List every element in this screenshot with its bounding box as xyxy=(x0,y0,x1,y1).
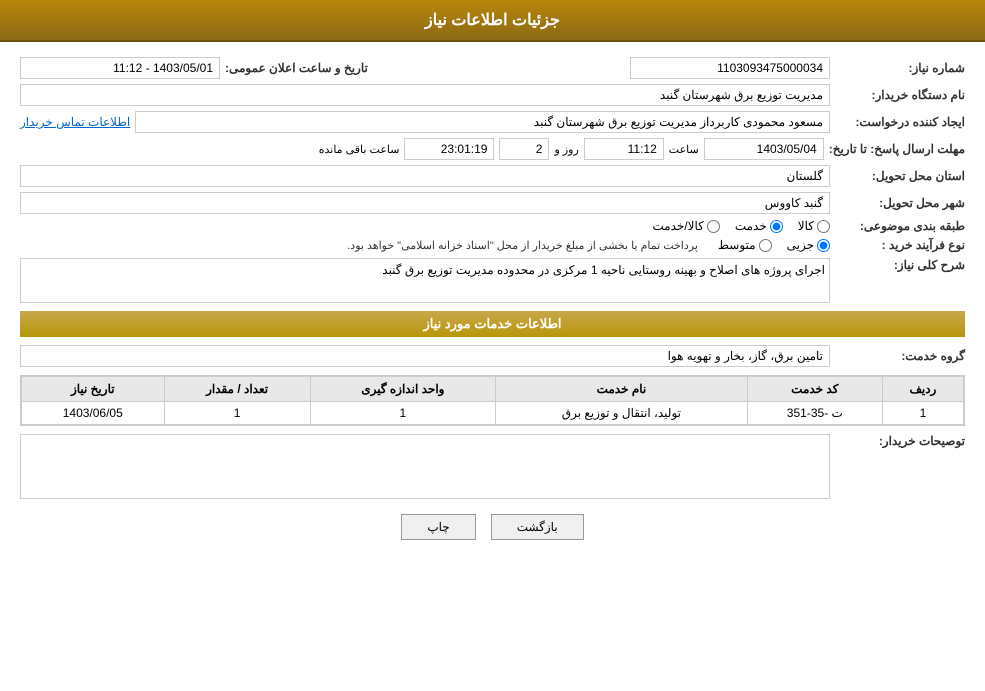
services-table: ردیف کد خدمت نام خدمت واحد اندازه گیری ت… xyxy=(21,376,964,425)
nooe-jozyi-radio[interactable] xyxy=(817,239,830,252)
tabaqe-label: طبقه بندی موضوعی: xyxy=(835,219,965,233)
tabaqe-kala-khadamat-radio[interactable] xyxy=(707,220,720,233)
nooe-farayand-label: نوع فرآیند خرید : xyxy=(835,238,965,252)
ettelaat-tamas-link[interactable]: اطلاعات تماس خریدار xyxy=(20,115,130,129)
mohlet-saat-value: 11:12 xyxy=(584,138,664,160)
print-button[interactable]: چاپ xyxy=(401,514,475,540)
tabaqe-kala-label: کالا xyxy=(798,219,814,233)
tarikh-label: تاریخ و ساعت اعلان عمومی: xyxy=(225,61,368,75)
nooe-motavaset-item: متوسط xyxy=(718,238,772,252)
tabaqe-khadamat-item: خدمت xyxy=(735,219,783,233)
col-nam: نام خدمت xyxy=(496,377,748,402)
tabaqe-kala-khadamat-item: کالا/خدمت xyxy=(652,219,719,233)
row-shahr: شهر محل تحویل: گنبد کاووس xyxy=(20,192,965,214)
col-vahed: واحد اندازه گیری xyxy=(310,377,495,402)
cell-tedad: 1 xyxy=(164,402,310,425)
mohlet-saat-label: ساعت xyxy=(669,143,699,156)
sharh-textarea[interactable] xyxy=(20,258,830,303)
row-mohlet: مهلت ارسال پاسخ: تا تاریخ: 1403/05/04 سا… xyxy=(20,138,965,160)
nam-dastgah-value: مدیریت توزیع برق شهرستان گنبد xyxy=(20,84,830,106)
row-nam-dastgah: نام دستگاه خریدار: مدیریت توزیع برق شهرس… xyxy=(20,84,965,106)
page-header: جزئیات اطلاعات نیاز xyxy=(0,0,985,42)
tabaqe-kala-radio[interactable] xyxy=(817,220,830,233)
row-shomara-tarikh: شماره نیاز: 1103093475000034 تاریخ و ساع… xyxy=(20,57,965,79)
row-ijad-konande: ایجاد کننده درخواست: مسعود محمودی کاربرد… xyxy=(20,111,965,133)
shomara-value: 1103093475000034 xyxy=(630,57,830,79)
nooe-jozyi-item: جزیی xyxy=(787,238,830,252)
mohlet-roz-label: روز و xyxy=(554,143,578,156)
row-tosifat: توصیحات خریدار: xyxy=(20,434,965,499)
services-table-container: ردیف کد خدمت نام خدمت واحد اندازه گیری ت… xyxy=(20,375,965,426)
table-row: 1 ت -35-351 تولید، انتقال و توزیع برق 1 … xyxy=(22,402,964,425)
shahr-value: گنبد کاووس xyxy=(20,192,830,214)
khadamat-section-title: اطلاعات خدمات مورد نیاز xyxy=(20,311,965,337)
nooe-motavaset-radio[interactable] xyxy=(759,239,772,252)
ijad-konande-value: مسعود محمودی کاربرداز مدیریت توزیع برق ش… xyxy=(135,111,830,133)
mohlet-roz-value: 2 xyxy=(499,138,549,160)
nooe-description: پرداخت تمام یا بخشی از مبلغ خریدار از مح… xyxy=(347,239,698,252)
page-wrapper: جزئیات اطلاعات نیاز شماره نیاز: 11030934… xyxy=(0,0,985,691)
shahr-label: شهر محل تحویل: xyxy=(835,196,965,210)
row-gorooh-khadamat: گروه خدمت: تامین برق، گاز، بخار و تهویه … xyxy=(20,345,965,367)
col-kod: کد خدمت xyxy=(747,377,882,402)
ostan-value: گلستان xyxy=(20,165,830,187)
cell-kod: ت -35-351 xyxy=(747,402,882,425)
return-button[interactable]: بازگشت xyxy=(491,514,584,540)
row-ostan: استان محل تحویل: گلستان xyxy=(20,165,965,187)
col-tarikh: تاریخ نیاز xyxy=(22,377,165,402)
tabaqe-khadamat-label: خدمت xyxy=(735,219,767,233)
tarikh-value: 1403/05/01 - 11:12 xyxy=(20,57,220,79)
ostan-label: استان محل تحویل: xyxy=(835,169,965,183)
ijad-konande-label: ایجاد کننده درخواست: xyxy=(835,115,965,129)
nooe-radio-group: جزیی متوسط xyxy=(718,238,830,252)
tabaqe-kala-khadamat-label: کالا/خدمت xyxy=(652,219,703,233)
sharh-label: شرح کلی نیاز: xyxy=(835,258,965,272)
tosifat-label: توصیحات خریدار: xyxy=(835,434,965,448)
row-nooe-farayand: نوع فرآیند خرید : جزیی متوسط پرداخت تمام… xyxy=(20,238,965,252)
mohlet-label: مهلت ارسال پاسخ: تا تاریخ: xyxy=(829,142,965,156)
shomara-label: شماره نیاز: xyxy=(835,61,965,75)
tabaqe-kala-item: کالا xyxy=(798,219,830,233)
cell-nam: تولید، انتقال و توزیع برق xyxy=(496,402,748,425)
tabaqe-radio-group: کالا خدمت کالا/خدمت xyxy=(652,219,830,233)
nam-dastgah-label: نام دستگاه خریدار: xyxy=(835,88,965,102)
tosifat-textarea[interactable] xyxy=(20,434,830,499)
saat-mande-label: ساعت باقی مانده xyxy=(319,143,400,156)
row-tabaqe: طبقه بندی موضوعی: کالا خدمت کالا/خدمت xyxy=(20,219,965,233)
cell-radif: 1 xyxy=(882,402,963,425)
saat-mande-value: 23:01:19 xyxy=(404,138,494,160)
row-sharh: شرح کلی نیاز: xyxy=(20,258,965,303)
col-tedad: تعداد / مقدار xyxy=(164,377,310,402)
buttons-row: بازگشت چاپ xyxy=(20,514,965,540)
gorooh-khadamat-label: گروه خدمت: xyxy=(835,349,965,363)
mohlet-date-value: 1403/05/04 xyxy=(704,138,824,160)
col-radif: ردیف xyxy=(882,377,963,402)
content-area: شماره نیاز: 1103093475000034 تاریخ و ساع… xyxy=(0,42,985,565)
nooe-motavaset-label: متوسط xyxy=(718,238,756,252)
header-title: جزئیات اطلاعات نیاز xyxy=(425,12,560,29)
cell-tarikh: 1403/06/05 xyxy=(22,402,165,425)
nooe-jozyi-label: جزیی xyxy=(787,238,814,252)
cell-vahed: 1 xyxy=(310,402,495,425)
gorooh-khadamat-value: تامین برق، گاز، بخار و تهویه هوا xyxy=(20,345,830,367)
tabaqe-khadamat-radio[interactable] xyxy=(770,220,783,233)
